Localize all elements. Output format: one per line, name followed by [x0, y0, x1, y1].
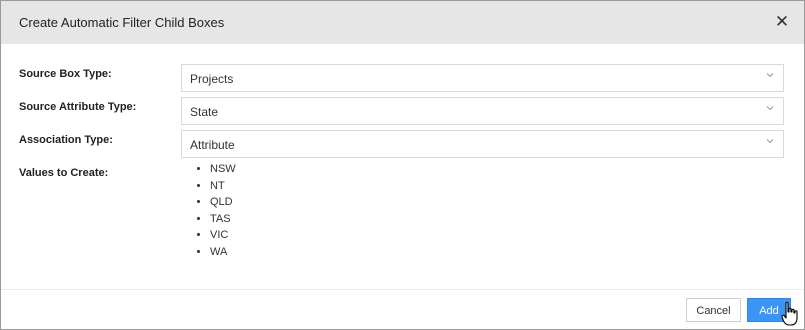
- cancel-button[interactable]: Cancel: [686, 298, 741, 322]
- dialog-header: Create Automatic Filter Child Boxes ✕: [1, 1, 804, 44]
- list-item: NSW: [210, 161, 236, 178]
- list-item: NT: [210, 178, 236, 195]
- list-item: WA: [210, 244, 236, 261]
- association-type-value: Attribute: [190, 138, 235, 152]
- association-type-select[interactable]: Attribute: [181, 130, 784, 158]
- source-attribute-type-value: State: [190, 105, 219, 119]
- chevron-down-icon: [766, 106, 774, 111]
- source-box-type-value: Projects: [190, 72, 234, 86]
- hand-pointer-icon: [781, 301, 798, 326]
- source-attribute-type-label: Source Attribute Type:: [19, 101, 137, 113]
- source-box-type-select[interactable]: Projects: [181, 64, 784, 92]
- list-item: TAS: [210, 211, 236, 228]
- dialog-title: Create Automatic Filter Child Boxes: [19, 15, 225, 30]
- source-attribute-type-select[interactable]: State: [181, 97, 784, 125]
- values-list: NSW NT QLD TAS VIC WA: [193, 161, 236, 260]
- source-box-type-label: Source Box Type:: [19, 68, 112, 80]
- list-item: QLD: [210, 194, 236, 211]
- chevron-down-icon: [766, 73, 774, 78]
- footer-divider: [1, 289, 804, 290]
- association-type-label: Association Type:: [19, 134, 113, 146]
- chevron-down-icon: [766, 139, 774, 144]
- list-item: VIC: [210, 227, 236, 244]
- values-to-create-label: Values to Create:: [19, 167, 109, 179]
- close-icon[interactable]: ✕: [773, 13, 791, 31]
- create-filter-child-boxes-dialog: Create Automatic Filter Child Boxes ✕ So…: [0, 0, 805, 330]
